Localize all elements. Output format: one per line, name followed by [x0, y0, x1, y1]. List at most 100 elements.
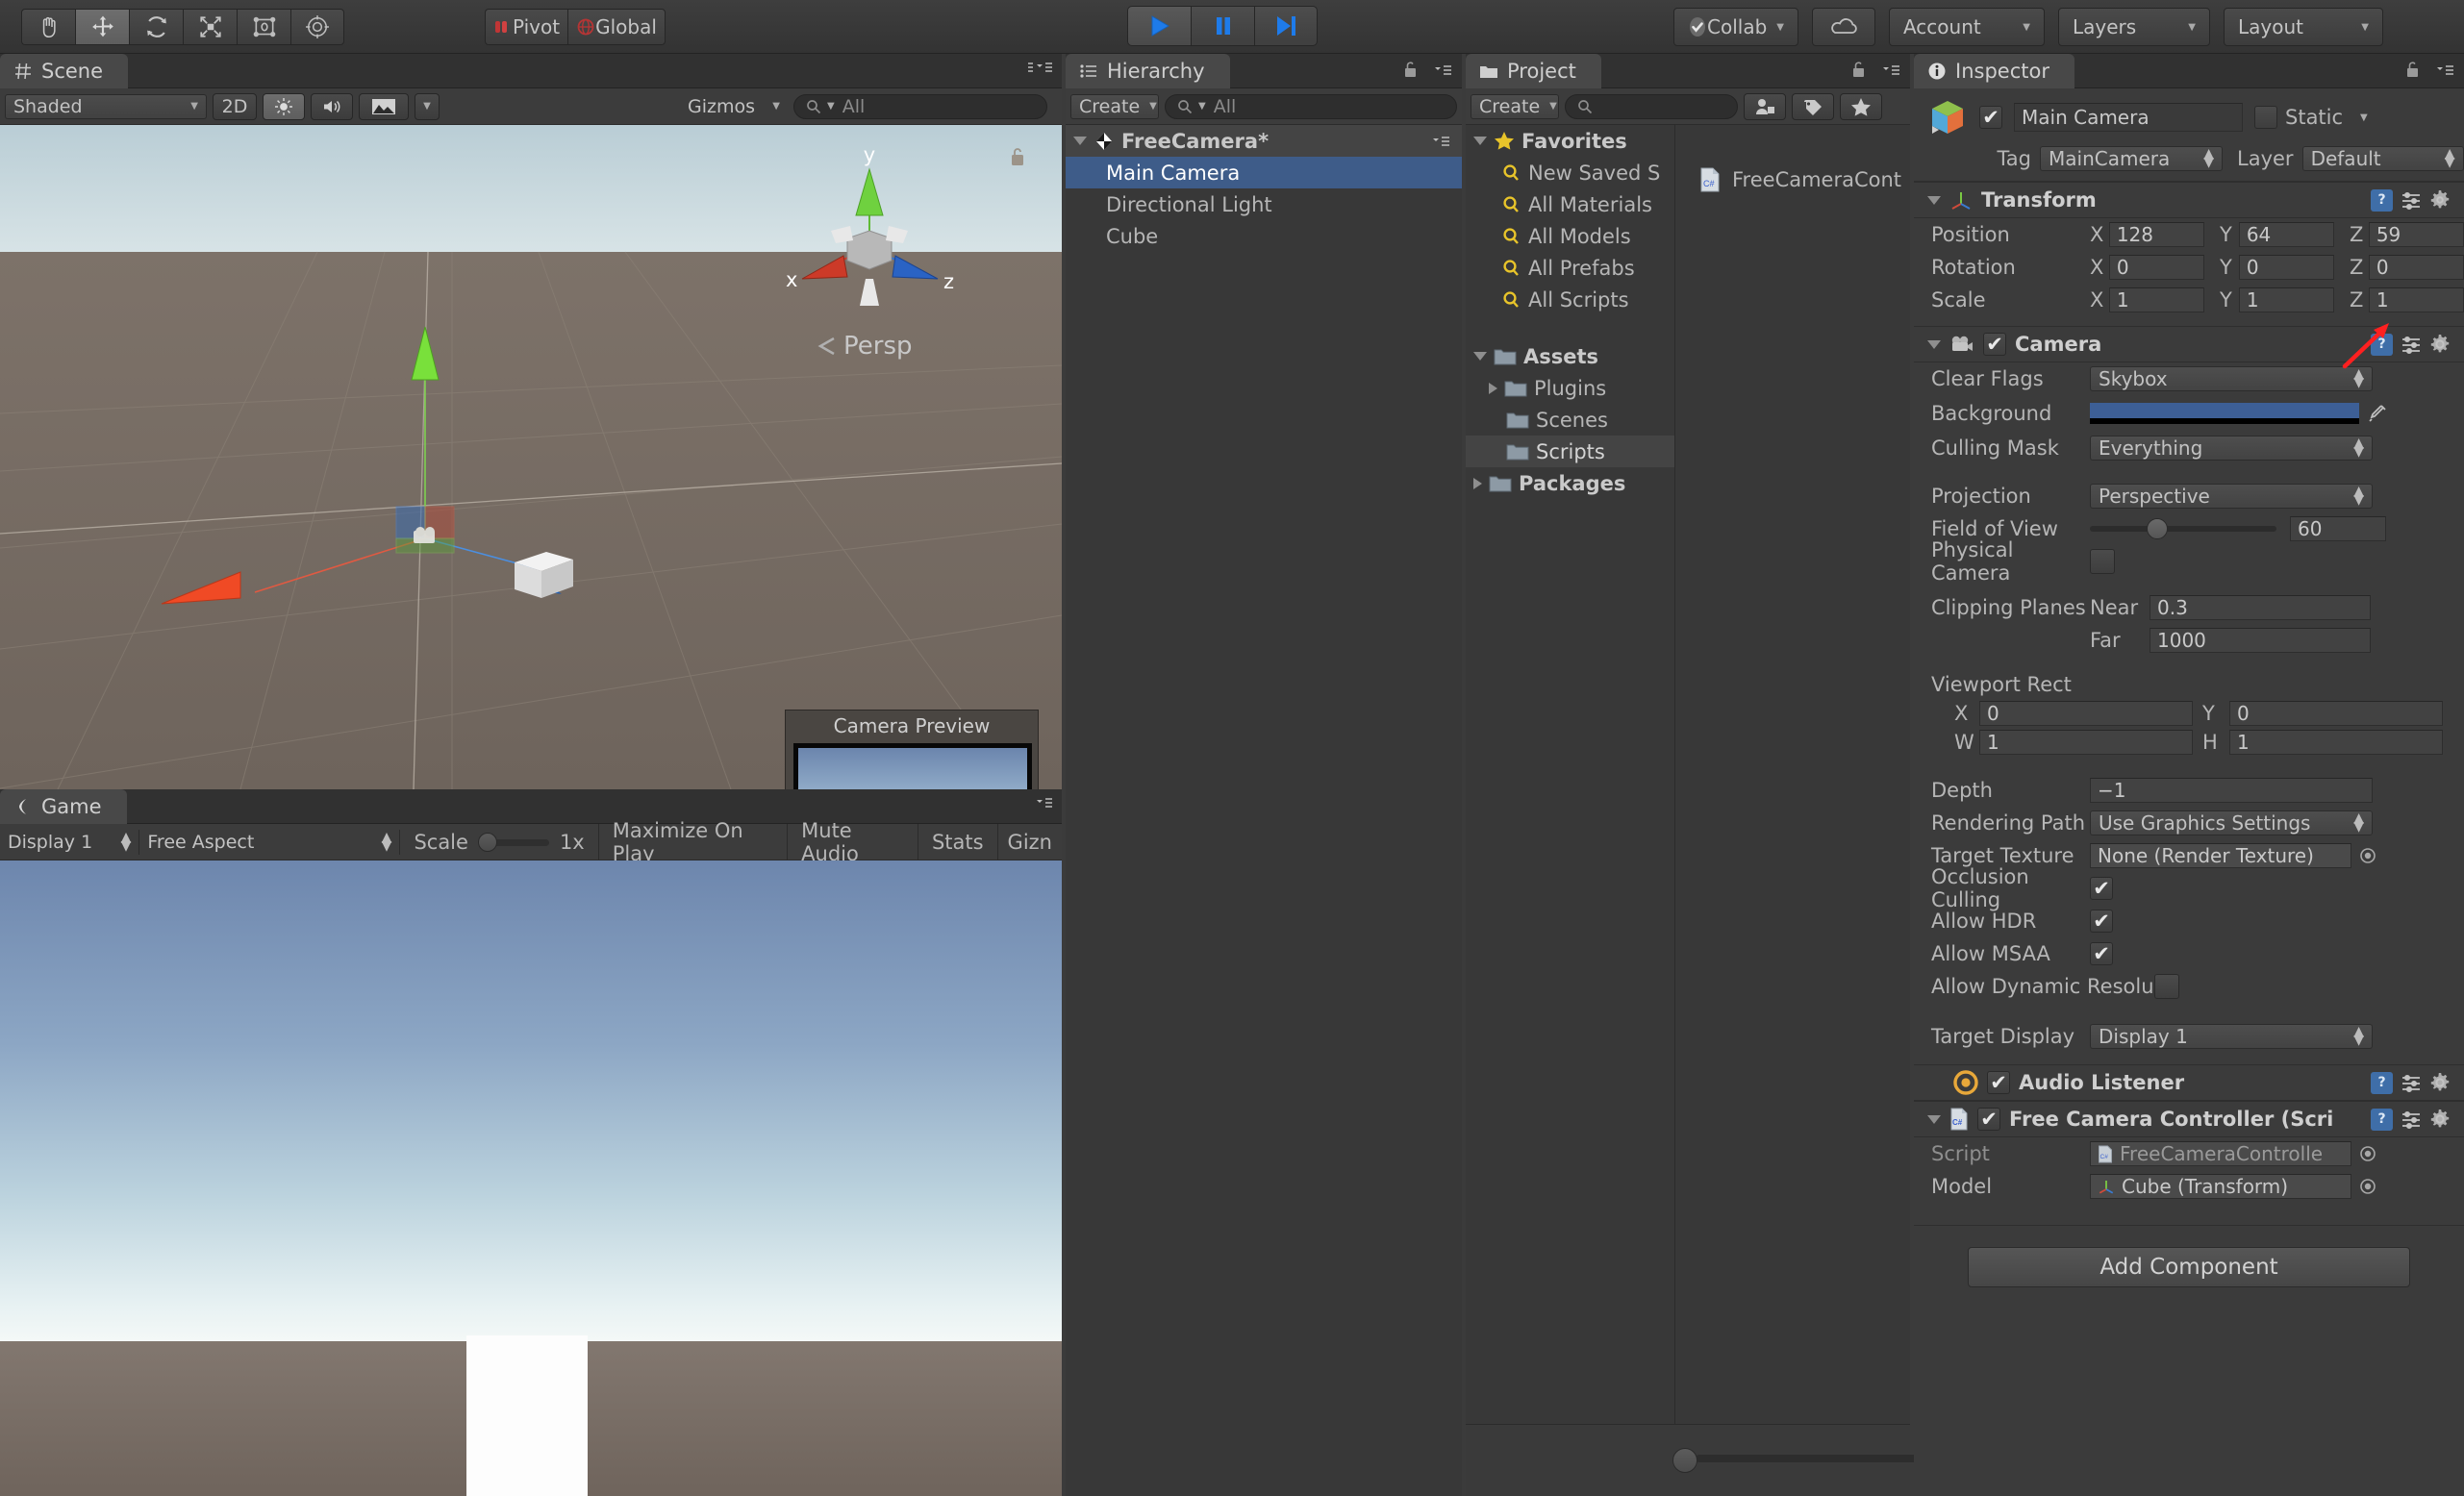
lock-icon[interactable]: [1850, 61, 1867, 79]
help-icon[interactable]: ?: [2371, 1108, 2393, 1131]
scene-fx-toggle[interactable]: [359, 92, 409, 120]
projection-dropdown[interactable]: Perspective ▲ ▼: [2090, 484, 2373, 509]
lock-icon[interactable]: [2404, 61, 2421, 79]
hierarchy-create-button[interactable]: Create ▼: [1070, 93, 1159, 119]
scale-tool-button[interactable]: [183, 8, 237, 45]
filter-by-type-button[interactable]: [1744, 92, 1786, 120]
viewport-w-input[interactable]: 1: [1979, 730, 2193, 755]
viewport-h-input[interactable]: 1: [2229, 730, 2443, 755]
chevron-down-icon[interactable]: [1927, 195, 1941, 205]
object-enabled-checkbox[interactable]: ✔: [1979, 106, 2002, 129]
scene-lighting-toggle[interactable]: [263, 92, 305, 120]
component-header-audio-listener[interactable]: ✔ Audio Listener ?: [1914, 1064, 2464, 1101]
model-field[interactable]: Cube (Transform): [2090, 1174, 2351, 1199]
scene-viewport[interactable]: y x z Persp Camera Preview: [0, 125, 1062, 789]
preset-icon[interactable]: [2401, 334, 2422, 355]
add-component-button[interactable]: Add Component: [1968, 1247, 2410, 1287]
scene-search-input[interactable]: ▼ All: [793, 93, 1047, 119]
scene-context-menu-icon[interactable]: [1425, 135, 1462, 148]
occlusion-culling-checkbox[interactable]: ✔: [2090, 877, 2113, 900]
static-checkbox[interactable]: [2254, 106, 2277, 129]
rendering-path-dropdown[interactable]: Use Graphics Settings ▲ ▼: [2090, 810, 2373, 835]
preset-icon[interactable]: [2401, 1109, 2422, 1130]
game-display-dropdown[interactable]: Display 1 ▲ ▼: [0, 829, 140, 855]
help-icon[interactable]: ?: [2371, 188, 2393, 212]
chevron-right-icon[interactable]: [1473, 477, 1482, 489]
tab-game[interactable]: Game: [0, 789, 127, 824]
object-picker-icon[interactable]: [2359, 1145, 2376, 1162]
filter-by-label-button[interactable]: [1792, 92, 1834, 120]
target-texture-field[interactable]: None (Render Texture): [2090, 843, 2351, 868]
component-header-transform[interactable]: Transform ?: [1914, 182, 2464, 218]
tab-inspector[interactable]: Inspector: [1914, 54, 2074, 88]
fov-slider[interactable]: [2090, 518, 2276, 539]
rotate-tool-button[interactable]: [129, 8, 183, 45]
maximize-on-play-toggle[interactable]: Maximize On Play: [599, 819, 789, 865]
game-tab-tools[interactable]: [1027, 796, 1052, 810]
help-icon[interactable]: ?: [2371, 333, 2393, 356]
hierarchy-item-directional-light[interactable]: Directional Light: [1066, 188, 1462, 220]
tag-dropdown[interactable]: MainCamera ▲ ▼: [2040, 146, 2223, 171]
help-icon[interactable]: ?: [2371, 1071, 2393, 1094]
object-picker-icon[interactable]: [2359, 1178, 2376, 1195]
layout-button[interactable]: Layout ▼: [2223, 8, 2383, 46]
component-header-icons[interactable]: ?: [2371, 188, 2464, 212]
game-aspect-dropdown[interactable]: Free Aspect ▲ ▼: [139, 829, 401, 855]
script-enabled-checkbox[interactable]: ✔: [1977, 1108, 2000, 1131]
collab-button[interactable]: Collab ▼: [1673, 8, 1798, 46]
scene-audio-toggle[interactable]: [311, 92, 353, 120]
rotation-z-input[interactable]: 0: [2368, 255, 2464, 280]
clear-flags-dropdown[interactable]: Skybox ▲ ▼: [2090, 366, 2373, 391]
hierarchy-item-main-camera[interactable]: Main Camera: [1066, 157, 1462, 188]
audio-listener-enabled-checkbox[interactable]: ✔: [1987, 1071, 2010, 1094]
object-picker-icon[interactable]: [2359, 847, 2376, 864]
position-z-input[interactable]: 59: [2368, 222, 2464, 247]
scene-fx-dropdown[interactable]: ▼: [415, 92, 440, 120]
layers-button[interactable]: Layers ▼: [2057, 8, 2210, 46]
gear-icon[interactable]: [2429, 1109, 2451, 1130]
project-tab-tools[interactable]: [1850, 61, 1900, 79]
far-input[interactable]: 1000: [2150, 628, 2371, 653]
project-favorite-item[interactable]: All Prefabs: [1466, 252, 1674, 284]
layer-dropdown[interactable]: Default ▲ ▼: [2301, 146, 2464, 171]
culling-mask-dropdown[interactable]: Everything ▲ ▼: [2090, 436, 2373, 461]
chevron-down-icon[interactable]: [1473, 352, 1487, 361]
position-y-input[interactable]: 64: [2238, 222, 2334, 247]
project-create-button[interactable]: Create ▼: [1471, 93, 1559, 119]
allow-dynamic-resolution-checkbox[interactable]: [2153, 974, 2179, 999]
scale-y-input[interactable]: 1: [2238, 287, 2334, 312]
viewport-y-input[interactable]: 0: [2229, 701, 2443, 726]
chevron-down-icon[interactable]: [1927, 339, 1941, 349]
hierarchy-search-input[interactable]: ▼ All: [1165, 93, 1457, 119]
lock-icon[interactable]: [1402, 61, 1419, 79]
hierarchy-tab-tools[interactable]: [1402, 61, 1452, 79]
mute-audio-toggle[interactable]: Mute Audio: [788, 819, 918, 865]
game-gizmos-toggle[interactable]: Gizn: [998, 824, 1062, 860]
stats-toggle[interactable]: Stats: [918, 824, 998, 860]
chevron-down-icon[interactable]: ▼: [2360, 112, 2368, 123]
component-header-camera[interactable]: ✔ Camera ?: [1914, 326, 2464, 362]
hand-tool-button[interactable]: [21, 8, 75, 45]
gear-icon[interactable]: [2429, 334, 2451, 355]
project-assets-root[interactable]: Assets: [1466, 340, 1674, 372]
cloud-button[interactable]: [1811, 8, 1875, 46]
scene-lock-icon[interactable]: [1008, 146, 1027, 167]
tab-project[interactable]: Project: [1466, 54, 1601, 88]
project-folder-scenes[interactable]: Scenes: [1466, 404, 1674, 436]
project-favorite-item[interactable]: New Saved S: [1466, 157, 1674, 188]
project-file-item[interactable]: C# FreeCameraCont: [1676, 162, 1910, 198]
game-viewport[interactable]: [0, 860, 1062, 1496]
scene-axis-gizmo[interactable]: y x z Persp: [759, 135, 980, 365]
chevron-down-icon[interactable]: [1927, 1114, 1941, 1124]
project-packages-root[interactable]: Packages: [1466, 467, 1674, 499]
inspector-tab-tools[interactable]: [2404, 61, 2454, 79]
hierarchy-item-cube[interactable]: Cube: [1066, 220, 1462, 252]
scene-tab-tools[interactable]: [1027, 61, 1052, 74]
physical-camera-checkbox[interactable]: [2090, 549, 2115, 574]
depth-input[interactable]: −1: [2090, 778, 2373, 803]
step-button[interactable]: [1254, 6, 1318, 46]
game-scale-slider[interactable]: Scale 1x: [400, 824, 599, 860]
component-header-icons[interactable]: ?: [2371, 333, 2464, 356]
rotation-x-input[interactable]: 0: [2108, 255, 2204, 280]
hierarchy-item-freecamera[interactable]: FreeCamera*: [1066, 125, 1462, 157]
